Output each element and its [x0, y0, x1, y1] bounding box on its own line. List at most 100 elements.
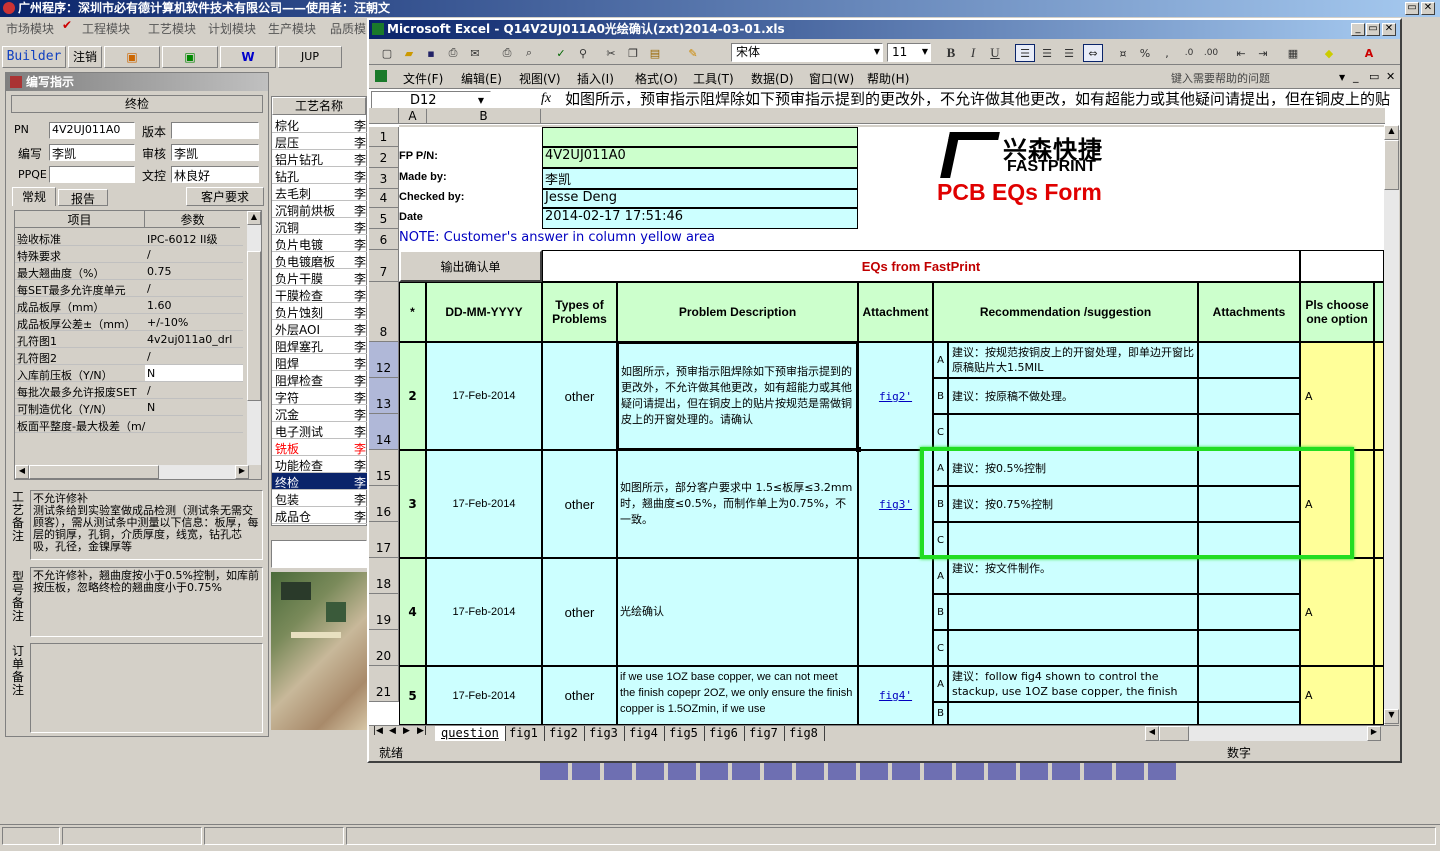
param-value[interactable]: [145, 416, 243, 432]
excel-hscroll[interactable]: ◀ ▶: [1145, 726, 1381, 741]
params-vscroll[interactable]: ▲: [247, 211, 261, 465]
email-icon[interactable]: ✉: [465, 44, 485, 62]
module-market[interactable]: 市场模块: [6, 20, 54, 37]
module-production[interactable]: 生产模块: [268, 20, 316, 37]
process-item[interactable]: 阻焊塞孔 李: [272, 337, 368, 354]
process-item[interactable]: 棕化 李: [272, 116, 368, 133]
tab-general[interactable]: 常规: [12, 187, 56, 206]
permission-icon[interactable]: ⎙: [443, 44, 463, 62]
currency-icon[interactable]: ¤: [1113, 44, 1133, 62]
paste-icon[interactable]: ▤: [645, 44, 665, 62]
param-row[interactable]: 孔符图1 4v2uj011a0_drl: [15, 331, 243, 348]
main-close-button[interactable]: ✕: [1421, 2, 1435, 15]
ppqe-field[interactable]: [49, 166, 135, 183]
increase-decimal-icon[interactable]: .0: [1179, 44, 1199, 62]
model-note-text[interactable]: 不允许修补，翘曲度按小于0.5%控制，如库前按压板，忽略终检的翘曲度小于0.75…: [30, 567, 263, 637]
process-item[interactable]: 负片干膜 李: [272, 269, 368, 286]
menu-help[interactable]: 帮助(H): [867, 70, 909, 87]
decrease-decimal-icon[interactable]: .00: [1201, 44, 1221, 62]
fill-color-icon[interactable]: ◆: [1319, 44, 1339, 62]
param-row[interactable]: 成品板厚公差±（mm） +/-10%: [15, 314, 243, 331]
align-right-icon[interactable]: ☰: [1059, 44, 1079, 62]
spelling-icon[interactable]: ✓: [551, 44, 571, 62]
col-header-b[interactable]: B: [427, 109, 541, 123]
param-value[interactable]: /: [145, 280, 243, 296]
sheet-tab-fig4[interactable]: fig4: [623, 726, 665, 741]
param-value[interactable]: 0.75: [145, 263, 243, 279]
menu-tools[interactable]: 工具(T): [693, 70, 734, 87]
pn-field[interactable]: 4V2UJ011A0: [49, 122, 135, 139]
select-all-corner[interactable]: [369, 108, 399, 124]
increase-indent-icon[interactable]: ⇥: [1253, 44, 1273, 62]
sheet-tab-fig7[interactable]: fig7: [743, 726, 785, 741]
param-row[interactable]: 成品板厚（mm） 1.60: [15, 297, 243, 314]
tab-customer-req[interactable]: 客户要求: [186, 187, 264, 206]
percent-icon[interactable]: %: [1135, 44, 1155, 62]
process-item[interactable]: 终检 李: [272, 473, 368, 490]
new-file-icon[interactable]: ▢: [377, 44, 397, 62]
prev-sheet-button[interactable]: ◀: [389, 726, 396, 736]
param-value[interactable]: 1.60: [145, 297, 243, 313]
process-item[interactable]: 字符 李: [272, 388, 368, 405]
doc-close-button[interactable]: ✕: [1386, 70, 1395, 83]
italic-icon[interactable]: I: [963, 44, 983, 62]
param-value[interactable]: /: [145, 382, 243, 398]
process-item[interactable]: 沉金 李: [272, 405, 368, 422]
param-row[interactable]: 特殊要求 /: [15, 246, 243, 263]
print-preview-icon[interactable]: ⌕: [519, 44, 539, 62]
process-item[interactable]: 电子测试 李: [272, 422, 368, 439]
param-row[interactable]: 验收标准 IPC-6012 II级: [15, 229, 243, 246]
process-item[interactable]: 层压 李: [272, 133, 368, 150]
next-sheet-button[interactable]: ▶: [403, 726, 410, 736]
menu-format[interactable]: 格式(O): [635, 70, 678, 87]
font-name-select[interactable]: 宋体 ▼: [731, 43, 883, 62]
process-item[interactable]: 去毛刺 李: [272, 184, 368, 201]
print-icon[interactable]: ⎙: [497, 44, 517, 62]
cut-icon[interactable]: ✂: [601, 44, 621, 62]
param-value[interactable]: N: [145, 365, 243, 381]
param-row[interactable]: 最大翘曲度（%） 0.75: [15, 263, 243, 280]
process-item[interactable]: 干膜检查 李: [272, 286, 368, 303]
merge-center-icon[interactable]: ⇔: [1083, 44, 1103, 62]
menu-window[interactable]: 窗口(W): [809, 70, 854, 87]
order-note-text[interactable]: [30, 643, 263, 733]
sheet-tab-fig3[interactable]: fig3: [583, 726, 625, 741]
param-value[interactable]: +/-10%: [145, 314, 243, 330]
param-row[interactable]: 每SET最多允许度单元 /: [15, 280, 243, 297]
excel-icon[interactable]: ▣: [162, 46, 218, 68]
param-row[interactable]: 可制造优化（Y/N） N: [15, 399, 243, 416]
sheet-tab-fig1[interactable]: fig1: [503, 726, 545, 741]
sheet-tab-fig5[interactable]: fig5: [663, 726, 705, 741]
borders-icon[interactable]: ▦: [1283, 44, 1303, 62]
menu-insert[interactable]: 插入(I): [577, 70, 614, 87]
reviewer-field[interactable]: 李凯: [171, 144, 259, 161]
params-hscroll[interactable]: ◀ ▶: [15, 465, 249, 479]
process-item[interactable]: 铣板 李: [272, 439, 368, 456]
process-search-field[interactable]: [271, 540, 367, 568]
sheet-tab-fig6[interactable]: fig6: [703, 726, 745, 741]
filer-field[interactable]: 林良好: [171, 166, 259, 183]
process-item[interactable]: 负片蚀刻 李: [272, 303, 368, 320]
param-row[interactable]: 每批次最多允许报废SET /: [15, 382, 243, 399]
help-search-box[interactable]: 键入需要帮助的问题: [1171, 70, 1270, 86]
param-value[interactable]: N: [145, 399, 243, 415]
first-sheet-button[interactable]: |◀: [373, 726, 383, 736]
tab-report[interactable]: 报告: [58, 189, 108, 206]
logout-button[interactable]: 注销: [68, 46, 102, 68]
process-item[interactable]: 负电镀磨板 李: [272, 252, 368, 269]
decrease-indent-icon[interactable]: ⇤: [1231, 44, 1251, 62]
menu-view[interactable]: 视图(V): [519, 70, 561, 87]
jup-button[interactable]: JUP: [278, 46, 342, 68]
process-item[interactable]: 铝片钻孔 李: [272, 150, 368, 167]
module-quality[interactable]: 品质模: [330, 20, 366, 37]
menu-file[interactable]: 文件(F): [403, 70, 443, 87]
process-item[interactable]: 成品仓 李: [272, 507, 368, 524]
sheet-tab-fig2[interactable]: fig2: [543, 726, 585, 741]
writer-field[interactable]: 李凯: [49, 144, 135, 161]
align-left-icon[interactable]: ☰: [1015, 44, 1035, 62]
main-restore-button[interactable]: ▭: [1405, 2, 1419, 15]
process-item[interactable]: 阻焊 李: [272, 354, 368, 371]
param-value[interactable]: 4v2uj011a0_drl: [145, 331, 243, 347]
param-row[interactable]: 孔符图2 /: [15, 348, 243, 365]
doc-minimize-button[interactable]: _: [1353, 70, 1359, 83]
